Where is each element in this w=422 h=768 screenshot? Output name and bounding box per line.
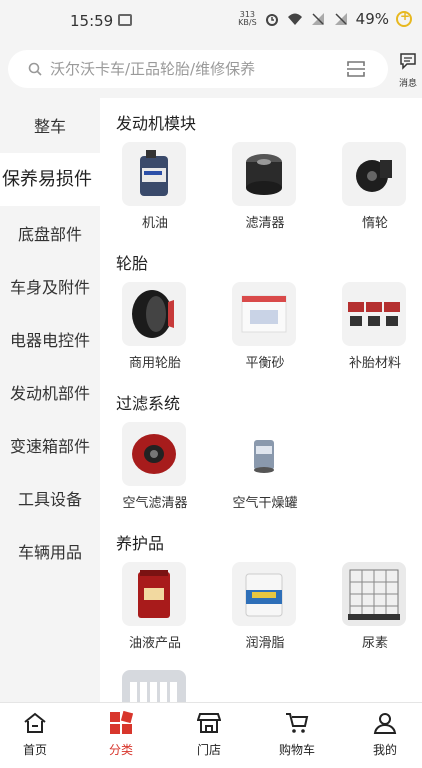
category-sidebar: 整车 保养易损件 底盘部件 车身及附件 电器电控件 发动机部件 变速箱部件 工具… — [0, 98, 100, 702]
status-bar: 15:59 313 KB/S 49% — [0, 0, 422, 42]
product-tile-grease[interactable]: 润滑脂 — [210, 562, 320, 652]
filter-image — [232, 142, 296, 206]
search-box[interactable] — [8, 50, 388, 88]
product-label: 商用轮胎 — [128, 356, 181, 371]
search-row: 消息 — [0, 42, 422, 98]
nav-label: 我的 — [372, 743, 397, 757]
product-tile-filter[interactable]: 滤清器 — [210, 142, 320, 232]
app-screen: 15:59 313 KB/S 49% 消息 整车 保养易损件 — [0, 0, 422, 768]
wifi-icon — [287, 13, 302, 25]
balance-sand-image — [232, 282, 296, 346]
product-label: 油液产品 — [128, 636, 181, 651]
no-signal-2-icon — [334, 13, 347, 25]
net-speed: 313 KB/S — [238, 11, 257, 27]
battery-level: 49% — [355, 10, 389, 28]
nav-category[interactable]: 分类 — [86, 711, 156, 763]
nav-label: 购物车 — [278, 743, 315, 757]
nav-cart[interactable]: 购物车 — [262, 711, 332, 763]
net-speed-unit: KB/S — [238, 18, 257, 27]
product-label: 润滑脂 — [245, 636, 285, 651]
sidebar-item-electrical[interactable]: 电器电控件 — [0, 314, 100, 367]
section-title-engine-module: 发动机模块 — [116, 114, 197, 133]
product-label: 惰轮 — [361, 216, 388, 231]
search-icon — [28, 62, 42, 76]
nav-profile[interactable]: 我的 — [350, 711, 420, 763]
fluids-image — [122, 562, 186, 626]
product-tile-fluids[interactable]: 油液产品 — [100, 562, 210, 652]
sidebar-item-chassis[interactable]: 底盘部件 — [0, 208, 100, 261]
engine-oil-image — [122, 142, 186, 206]
product-tile-commercial-tire[interactable]: 商用轮胎 — [100, 282, 210, 372]
product-tile-engine-oil[interactable]: 机油 — [100, 142, 210, 232]
product-label: 补胎材料 — [348, 356, 401, 371]
sidebar-item-gearbox[interactable]: 变速箱部件 — [0, 420, 100, 473]
product-tile-air-dryer[interactable]: 空气干燥罐 — [210, 422, 320, 512]
product-label: 平衡砂 — [245, 356, 285, 371]
message-icon — [400, 53, 416, 70]
air-filter-image — [122, 422, 186, 486]
bottom-navigation: 首页 分类 门店 购物车 我的 — [0, 702, 422, 768]
air-dryer-image — [232, 422, 296, 486]
sidebar-item-supplies[interactable]: 车辆用品 — [0, 526, 100, 579]
image-notification-icon — [118, 14, 132, 26]
nav-label: 首页 — [22, 743, 47, 757]
product-label: 空气滤清器 — [122, 496, 188, 511]
idler-image — [342, 142, 406, 206]
scan-icon[interactable] — [346, 60, 366, 78]
home-icon — [24, 712, 46, 733]
product-tile-balance-sand[interactable]: 平衡砂 — [210, 282, 320, 372]
commercial-tire-image — [122, 282, 186, 346]
product-label: 滤清器 — [245, 216, 285, 231]
nav-label: 门店 — [196, 743, 221, 757]
sidebar-item-body[interactable]: 车身及附件 — [0, 261, 100, 314]
more-product-image — [122, 670, 186, 702]
nav-store[interactable]: 门店 — [174, 711, 244, 763]
tire-repair-image — [342, 282, 406, 346]
nav-label: 分类 — [108, 743, 133, 757]
product-tile-urea[interactable]: 尿素 — [320, 562, 422, 652]
sidebar-item-maintenance-parts[interactable]: 保养易损件 — [0, 153, 100, 206]
category-content: 发动机模块 机油 滤清器 惰轮 轮胎 商用轮胎 平衡砂 补胎材料 过滤系统 空气… — [100, 98, 422, 702]
grease-image — [232, 562, 296, 626]
sidebar-item-vehicle[interactable]: 整车 — [0, 100, 100, 153]
message-button[interactable]: 消息 — [394, 52, 422, 89]
status-indicators: 313 KB/S 49% — [238, 9, 412, 28]
sidebar-item-engine[interactable]: 发动机部件 — [0, 367, 100, 420]
profile-icon — [373, 713, 397, 734]
store-icon — [197, 713, 221, 733]
status-time: 15:59 — [70, 12, 114, 30]
sidebar-item-tools[interactable]: 工具设备 — [0, 473, 100, 526]
product-tile-air-filter[interactable]: 空气滤清器 — [100, 422, 210, 512]
no-signal-icon — [311, 13, 324, 25]
nav-home[interactable]: 首页 — [0, 711, 70, 763]
category-icon — [110, 711, 133, 734]
alarm-icon — [265, 14, 278, 26]
product-label: 机油 — [141, 216, 168, 231]
product-label: 尿素 — [361, 636, 388, 651]
charging-icon — [396, 9, 412, 27]
cart-icon — [286, 713, 309, 733]
message-label: 消息 — [398, 79, 417, 89]
section-title-filtration: 过滤系统 — [116, 394, 181, 413]
product-tile-more[interactable] — [100, 670, 210, 702]
product-label: 空气干燥罐 — [232, 496, 298, 511]
section-title-care-products: 养护品 — [116, 534, 165, 553]
product-tile-idler[interactable]: 惰轮 — [320, 142, 422, 232]
search-input[interactable] — [50, 50, 330, 88]
product-tile-tire-repair[interactable]: 补胎材料 — [320, 282, 422, 372]
section-title-tires: 轮胎 — [116, 254, 149, 273]
urea-image — [342, 562, 406, 626]
